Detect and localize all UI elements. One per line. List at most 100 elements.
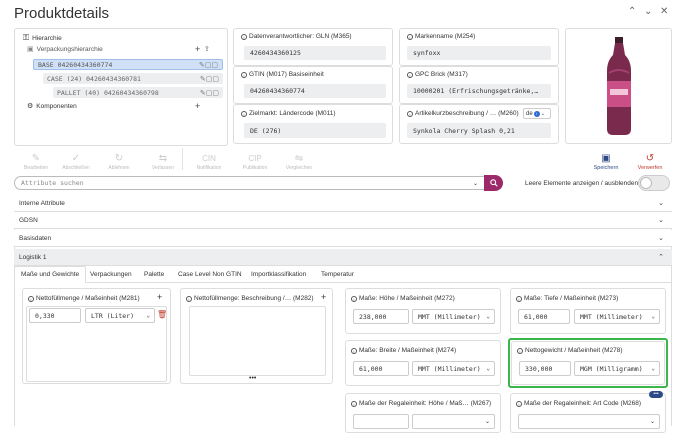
net-weight-value-input[interactable]: 330,000	[519, 361, 571, 376]
chevron-down-icon: ⌄	[484, 419, 490, 425]
row-actions-icon[interactable]: ✎▢▢	[200, 89, 219, 97]
target-market-card: i Zielmarkt: Ländercode (M011) DE (276)	[233, 104, 393, 144]
hierarchy-header: ⚿ Hierarchie	[23, 33, 62, 42]
section-gdsn[interactable]: GDSN ⌄	[14, 212, 672, 229]
info-icon: i	[516, 400, 522, 407]
close-icon[interactable]: ✕	[660, 6, 668, 17]
chevron-up-icon: ⌃	[658, 254, 664, 261]
info-badge-icon: i	[533, 110, 540, 117]
gtin-value: 04260434360774	[244, 84, 386, 98]
depth-card: i Maße: Tiefe / Maßeinheit (M273) 61,000 …	[510, 288, 666, 334]
delete-icon[interactable]: 🗑	[157, 310, 167, 319]
refresh-icon: ↻	[114, 153, 124, 164]
shelf-type-select[interactable]: ⌄	[518, 414, 660, 429]
chevron-down-icon: ⌄	[651, 313, 655, 320]
packaging-hierarchy-header: ▣ Verpackungshierarchie	[27, 45, 103, 54]
hierarchy-panel: ⚿ Hierarchie ▣ Verpackungshierarchie + ⇪…	[14, 28, 228, 146]
gpc-card: i GPC Brick (M317) 10000201 (Erfrischungs…	[399, 66, 559, 104]
leave-button[interactable]: ⇆ Verlassen	[144, 147, 182, 171]
width-card: i Maße: Breite / Maßeinheit (M274) 61,000…	[345, 340, 501, 386]
height-unit-select[interactable]: MMT (Millimeter) ⌄	[412, 309, 495, 324]
complete-button[interactable]: ✓ Abschließen	[57, 147, 95, 171]
notification-button[interactable]: CIN Notifikation	[190, 147, 228, 171]
net-fill-value-input[interactable]: 0,330	[29, 308, 81, 323]
language-select[interactable]: de i ⌄	[523, 108, 551, 119]
chevron-down-icon: ⌄	[540, 110, 545, 117]
info-icon: i	[407, 110, 413, 117]
info-icon: i	[241, 71, 247, 78]
tab-temperature[interactable]: Temperatur	[315, 266, 360, 282]
toggle-knob	[640, 177, 652, 189]
tab-pallet[interactable]: Palette	[138, 266, 170, 282]
target-market-value: DE (276)	[244, 123, 386, 138]
swap-icon: ⇆	[158, 153, 168, 164]
info-icon: i	[516, 295, 522, 302]
tab-dimensions-weights[interactable]: Maße und Gewichte	[14, 266, 87, 283]
chevron-down-icon: ⌄	[486, 313, 490, 320]
more-options-badge[interactable]: •••	[649, 391, 663, 398]
section-basisdaten[interactable]: Basisdaten ⌄	[14, 230, 672, 247]
gpc-value: 10000201 (Erfrischungsgetränke,…	[407, 84, 551, 98]
empty-elements-toggle[interactable]	[638, 175, 670, 191]
tabs-underline	[14, 282, 672, 283]
compare-icon: ⇋	[294, 153, 304, 164]
net-weight-unit-select[interactable]: MGM (Milligramm) ⌄	[574, 361, 660, 376]
tree-row-pallet[interactable]: PALLET (40) 04260434360798 ✎▢▢	[53, 87, 223, 98]
search-button[interactable]	[484, 175, 503, 191]
net-fill-description-list	[189, 306, 326, 376]
info-icon: i	[241, 110, 247, 117]
section-logistik-1[interactable]: Logistik 1 ⌃	[14, 249, 672, 266]
tab-case-level[interactable]: Case Level Non GTIN	[172, 266, 248, 282]
export-icon[interactable]: ⇪	[204, 45, 210, 53]
shelf-height-unit-select[interactable]: ⌄	[412, 414, 495, 429]
gln-card: i Datenverantwortlicher: GLN (M365) 42604…	[233, 28, 393, 66]
width-value-input[interactable]: 61,000	[353, 361, 409, 376]
search-input[interactable]: Attribute suchen ⌄	[14, 176, 484, 190]
tree-row-case[interactable]: CASE (24) 04260434360781 ✎▢▢	[43, 73, 223, 84]
width-unit-select[interactable]: MMT (Millimeter) ⌄	[412, 361, 495, 376]
publication-button[interactable]: CIP Publikation	[236, 147, 274, 171]
row-actions-icon[interactable]: ✎▢▢	[200, 75, 219, 83]
tab-import-classification[interactable]: Importklassifikation	[245, 266, 312, 282]
net-fill-unit-select[interactable]: LTR (Liter) ⌄	[85, 308, 155, 323]
info-icon: i	[351, 295, 357, 302]
info-icon: i	[28, 295, 34, 302]
depth-unit-select[interactable]: MMT (Millimeter) ⌄	[574, 309, 660, 324]
compare-button[interactable]: ⇋ Vergleichen	[280, 147, 318, 171]
brand-card: i Markenname (M254) synfoxx	[399, 28, 559, 66]
discard-button[interactable]: ↺ Verwerfen	[630, 147, 670, 171]
brand-value: synfoxx	[407, 46, 551, 60]
components-header: ⚙ Komponenten	[27, 102, 77, 111]
row-actions-icon[interactable]: ✎▢▢	[199, 61, 218, 69]
cip-icon: CIP	[248, 154, 262, 163]
add-icon[interactable]: +	[195, 44, 200, 54]
add-icon[interactable]: +	[157, 292, 162, 302]
tree-row-base[interactable]: BASE 04260434360774 ✎▢▢	[33, 59, 223, 70]
reject-button[interactable]: ↻ Ablehnen	[100, 147, 138, 171]
depth-value-input[interactable]: 61,000	[518, 309, 570, 324]
gln-value: 4260434360125	[244, 46, 386, 60]
add-component-icon[interactable]: +	[195, 101, 200, 111]
info-icon: i	[351, 347, 357, 354]
tab-packaging[interactable]: Verpackungen	[84, 266, 138, 282]
components-icon: ⚙	[27, 103, 34, 110]
chevron-down-icon: ⌄	[651, 365, 655, 372]
expand-icon[interactable]: ⌄	[644, 6, 652, 17]
product-image-card[interactable]	[565, 28, 672, 144]
height-value-input[interactable]: 238,000	[353, 309, 409, 324]
cin-icon: CIN	[202, 154, 216, 163]
shelf-height-value-input[interactable]	[353, 414, 409, 429]
gtin-card: i GTIN (M017) Basiseinheit 04260434360774	[233, 66, 393, 104]
edit-button[interactable]: ✎ Bearbeiten	[17, 147, 55, 171]
chevron-down-icon: ⌄	[658, 217, 664, 224]
more-icon[interactable]: •••	[249, 375, 256, 382]
add-icon[interactable]: +	[321, 292, 326, 302]
shelf-type-card: i Maße der Regaleinheit: Art Code (M268) …	[510, 391, 666, 433]
chevron-down-icon[interactable]: ⌄	[473, 180, 478, 187]
collapse-icon[interactable]: ⌃	[628, 6, 636, 17]
toolbar-divider	[182, 148, 183, 170]
section-internal-attributes[interactable]: Interne Attribute ⌄	[14, 195, 672, 212]
pencil-icon: ✎	[31, 153, 41, 164]
save-button[interactable]: ▣ Speichern	[588, 147, 624, 171]
chevron-down-icon: ⌄	[486, 365, 490, 372]
